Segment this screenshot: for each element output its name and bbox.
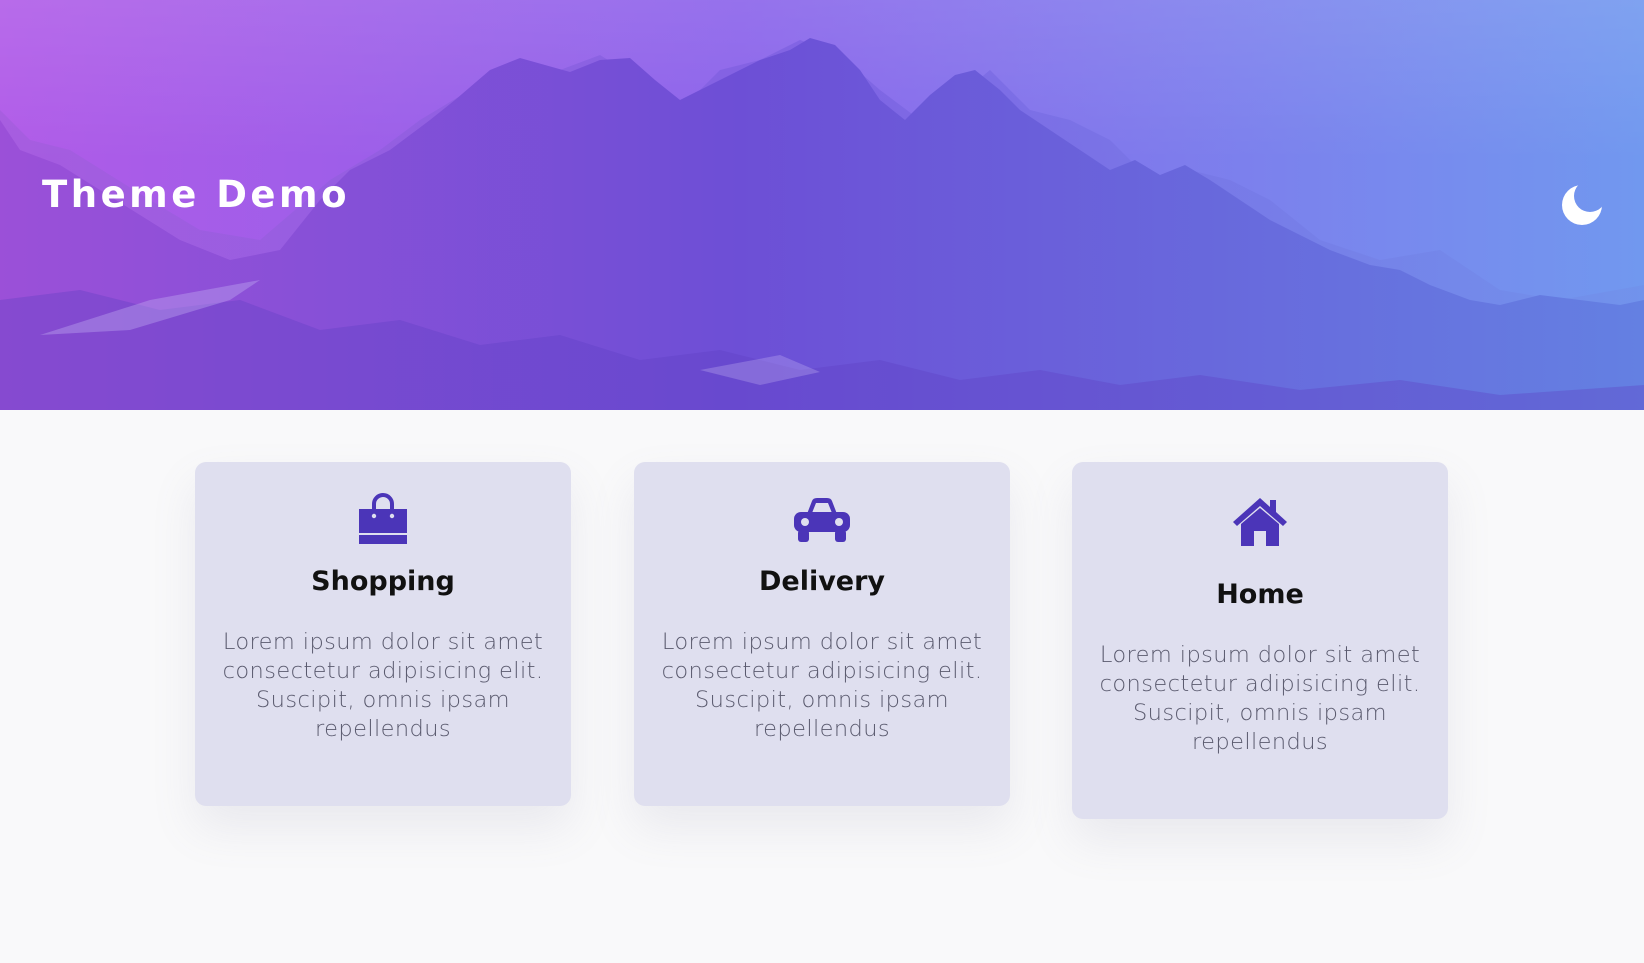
car-icon xyxy=(792,492,852,548)
moon-icon xyxy=(1562,185,1602,225)
shopping-bag-icon xyxy=(353,492,413,548)
card-shopping: Shopping Lorem ipsum dolor sit amet cons… xyxy=(195,462,571,806)
card-text: Lorem ipsum dolor sit amet consectetur a… xyxy=(1099,642,1421,755)
card-title: Shopping xyxy=(311,566,455,597)
card-title: Home xyxy=(1216,579,1304,610)
card-text: Lorem ipsum dolor sit amet consectetur a… xyxy=(661,629,983,742)
hero-header: Theme Demo xyxy=(0,0,1644,410)
card-home: Home Lorem ipsum dolor sit amet consecte… xyxy=(1072,462,1448,819)
card-title: Delivery xyxy=(758,566,886,597)
home-icon xyxy=(1230,496,1290,548)
card-text: Lorem ipsum dolor sit amet consectetur a… xyxy=(222,629,544,742)
page-title: Theme Demo xyxy=(42,173,350,216)
theme-toggle-button[interactable] xyxy=(1560,182,1604,226)
card-delivery: Delivery Lorem ipsum dolor sit amet cons… xyxy=(634,462,1010,806)
